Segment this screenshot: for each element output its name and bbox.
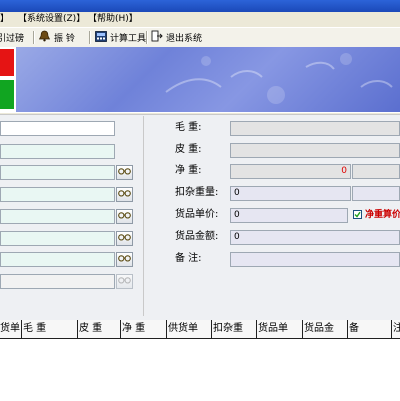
- calc-tool-button[interactable]: 计算工具: [95, 30, 146, 45]
- left-field-3[interactable]: [0, 165, 115, 180]
- toolbar-divider: [146, 31, 148, 44]
- column-header[interactable]: 备: [348, 320, 392, 338]
- net-price-checkbox[interactable]: [353, 210, 362, 219]
- guide-weigh-label: 牵引过磅: [0, 34, 25, 44]
- glasses-icon: [118, 233, 131, 244]
- grid-header: 货单 毛 重 皮 重 净 重 供货单 扣杂重 货品单 货品金 备 注: [0, 320, 400, 339]
- net-weight-field[interactable]: 0: [230, 164, 351, 179]
- gross-weight-label: 毛 重:: [175, 122, 202, 133]
- glasses-icon: [118, 276, 131, 287]
- exit-label: 退出系统: [166, 34, 203, 44]
- lookup-button-1[interactable]: [116, 165, 133, 180]
- left-field-5[interactable]: [0, 209, 115, 224]
- amount-label: 货品金额:: [175, 231, 219, 242]
- glasses-icon: [118, 189, 131, 200]
- lookup-button-2[interactable]: [116, 187, 133, 202]
- deduct-weight-label: 扣杂重量:: [175, 187, 219, 198]
- left-field-1[interactable]: [0, 121, 115, 136]
- lookup-button-4[interactable]: [116, 231, 133, 246]
- net-weight-label: 净 重:: [175, 165, 202, 176]
- left-field-7[interactable]: [0, 252, 115, 267]
- deduct-weight-field[interactable]: 0: [230, 186, 351, 201]
- menu-item-system-settings[interactable]: 【系统设置(Z)】: [18, 13, 85, 25]
- tare-weight-field[interactable]: [230, 143, 400, 158]
- glasses-icon: [118, 211, 131, 222]
- panel-divider: [143, 116, 144, 316]
- exit-button[interactable]: 退出系统: [151, 30, 202, 45]
- gross-weight-field[interactable]: [230, 121, 400, 136]
- amount-field[interactable]: 0: [230, 230, 400, 245]
- menu-bar: 】 【系统设置(Z)】 【帮助(H)】: [0, 12, 400, 26]
- banner-image: [16, 47, 400, 112]
- column-header[interactable]: 货单: [0, 320, 22, 338]
- column-header[interactable]: 毛 重: [22, 320, 78, 338]
- menu-item-help[interactable]: 【帮助(H)】: [88, 13, 138, 25]
- net-price-label: 净重算价: [365, 210, 400, 220]
- lookup-button-3[interactable]: [116, 209, 133, 224]
- deduct-weight-extra-field[interactable]: [352, 186, 400, 201]
- unit-price-label: 货品单价:: [175, 209, 219, 220]
- toolbar-divider: [89, 31, 91, 44]
- remark-field[interactable]: [230, 252, 400, 267]
- column-header[interactable]: 注: [392, 320, 400, 338]
- title-bar: [0, 0, 400, 12]
- bell-button[interactable]: 振 铃: [38, 30, 75, 45]
- tare-weight-label: 皮 重:: [175, 144, 202, 155]
- status-light-red: [0, 49, 14, 76]
- calc-tool-label: 计算工具: [110, 34, 147, 44]
- column-header[interactable]: 货品金: [303, 320, 348, 338]
- lookup-button-6[interactable]: [116, 274, 133, 289]
- left-field-2[interactable]: [0, 144, 115, 159]
- column-header[interactable]: 净 重: [121, 320, 167, 338]
- toolbar: 牵引过磅 振 铃 计算工具 退出系统: [0, 27, 400, 48]
- toolbar-divider: [33, 31, 35, 44]
- banner-decoration: [165, 53, 393, 104]
- column-header[interactable]: 货品单: [257, 320, 303, 338]
- status-light-green: [0, 80, 14, 109]
- glasses-icon: [118, 254, 131, 265]
- bell-label: 振 铃: [54, 34, 75, 44]
- exit-door-icon: [151, 30, 163, 45]
- guide-weigh-button[interactable]: 牵引过磅: [0, 30, 24, 45]
- left-field-4[interactable]: [0, 187, 115, 202]
- unit-price-field[interactable]: 0: [230, 208, 348, 223]
- remark-label: 备 注:: [175, 253, 202, 264]
- left-field-8[interactable]: [0, 274, 115, 289]
- glasses-icon: [118, 167, 131, 178]
- bell-icon: [38, 30, 51, 45]
- checkmark-icon: [354, 211, 361, 218]
- calculator-icon: [95, 30, 107, 45]
- left-field-6[interactable]: [0, 231, 115, 246]
- menu-item-partial[interactable]: 】: [0, 13, 9, 25]
- column-header[interactable]: 扣杂重: [212, 320, 257, 338]
- column-header[interactable]: 供货单: [167, 320, 212, 338]
- lookup-button-5[interactable]: [116, 252, 133, 267]
- net-weight-extra-field[interactable]: [352, 164, 400, 179]
- column-header[interactable]: 皮 重: [78, 320, 121, 338]
